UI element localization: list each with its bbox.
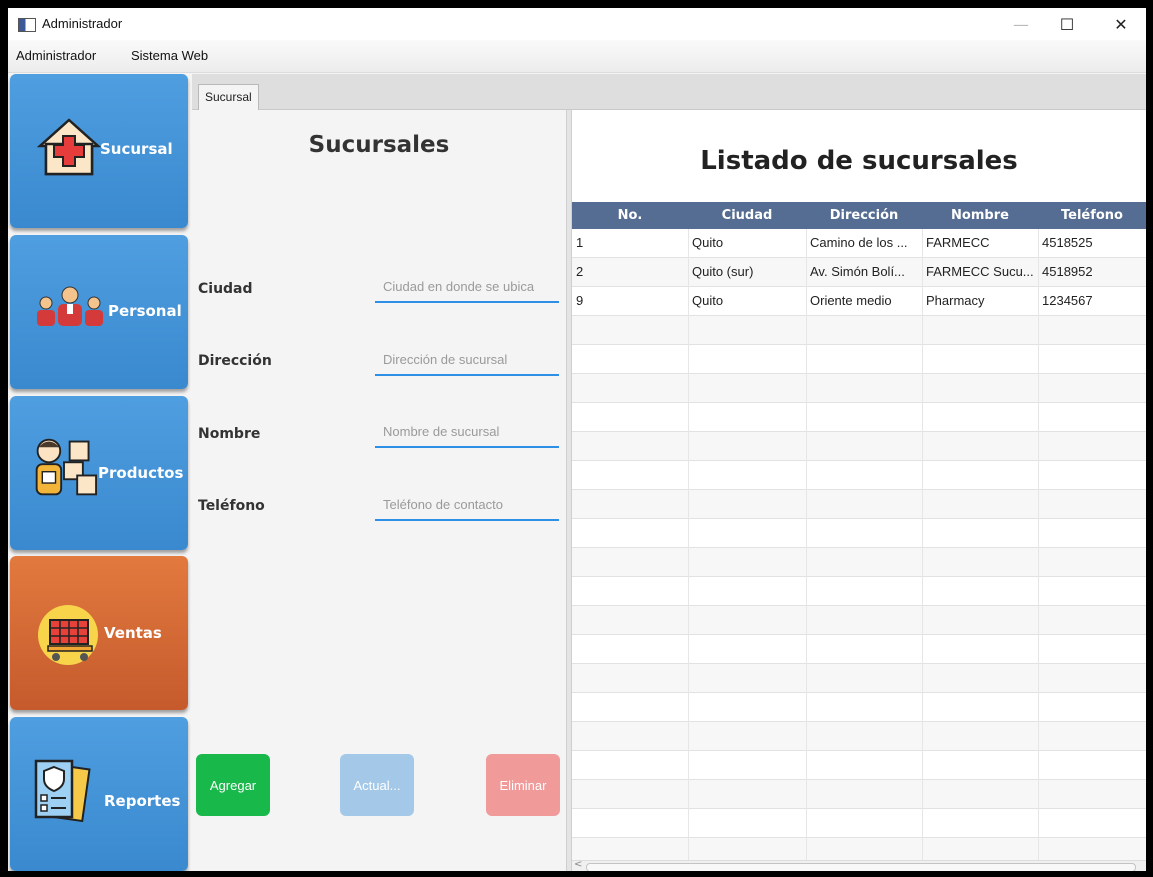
scroll-left-icon[interactable]: <	[574, 859, 582, 870]
app-window: Administrador — ☐ ✕ Administrador Sistem…	[8, 8, 1146, 871]
table-row	[572, 577, 1146, 606]
table-row	[572, 345, 1146, 374]
list-panel: Listado de sucursales No. Ciudad Direcci…	[572, 110, 1146, 871]
table-row	[572, 490, 1146, 519]
table-cell: 9	[576, 293, 584, 308]
table-header: No. Ciudad Dirección Nombre Teléfono	[572, 202, 1146, 229]
table-row	[572, 722, 1146, 751]
table-cell: Oriente medio	[810, 293, 892, 308]
window-title: Administrador	[42, 16, 123, 31]
table-row[interactable]: 2 Quito (sur) Av. Simón Bolí... FARMECC Suc…	[572, 258, 1146, 287]
table-row	[572, 838, 1146, 860]
nombre-input[interactable]	[375, 416, 559, 448]
table-cell: Pharmacy	[926, 293, 985, 308]
table-row	[572, 751, 1146, 780]
direccion-input[interactable]	[375, 344, 559, 376]
field-label-telefono: Teléfono	[198, 498, 265, 514]
delete-button[interactable]: Eliminar	[486, 754, 560, 816]
table-row	[572, 461, 1146, 490]
table-row	[572, 635, 1146, 664]
table-cell: 4518952	[1042, 264, 1093, 279]
maximize-button[interactable]: ☐	[1044, 8, 1090, 40]
field-label-nombre: Nombre	[198, 426, 261, 442]
table-row	[572, 548, 1146, 577]
minimize-button[interactable]: —	[998, 8, 1044, 40]
menu-bar: Administrador Sistema Web	[8, 40, 1146, 73]
delivery-person-icon	[35, 438, 97, 496]
shopping-cart-icon	[38, 605, 98, 665]
sidebar-item-label: Ventas	[104, 624, 162, 642]
table-cell: 2	[576, 264, 584, 279]
table-row	[572, 664, 1146, 693]
tab-strip: Sucursal	[192, 74, 1146, 110]
column-header-ciudad[interactable]: Ciudad	[688, 202, 806, 229]
table-row	[572, 316, 1146, 345]
sidebar-item-ventas[interactable]: Ventas	[10, 556, 188, 710]
table-row	[572, 809, 1146, 838]
table-cell: Quito	[692, 293, 724, 308]
table-cell: Av. Simón Bolí...	[810, 264, 905, 279]
scrollbar-thumb[interactable]	[586, 863, 1136, 871]
sidebar-item-label: Sucursal	[100, 140, 173, 158]
table-row	[572, 403, 1146, 432]
menu-sistema-web[interactable]: Sistema Web	[131, 48, 208, 63]
sidebar-item-productos[interactable]: Productos	[10, 396, 188, 550]
column-header-nombre[interactable]: Nombre	[922, 202, 1038, 229]
column-header-telefono[interactable]: Teléfono	[1038, 202, 1146, 229]
horizontal-scrollbar[interactable]: <	[572, 859, 1146, 871]
form-panel: Sucursales Ciudad Dirección Nombre Teléf…	[192, 110, 566, 871]
menu-administrador[interactable]: Administrador	[16, 48, 96, 63]
close-button[interactable]: ✕	[1098, 8, 1144, 40]
sidebar-item-personal[interactable]: Personal	[10, 235, 188, 389]
table-row	[572, 432, 1146, 461]
table-row	[572, 693, 1146, 722]
table-row[interactable]: 9 Quito Oriente medio Pharmacy 1234567	[572, 287, 1146, 316]
title-bar: Administrador — ☐ ✕	[8, 8, 1146, 40]
ciudad-input[interactable]	[375, 271, 559, 303]
table-cell: Quito	[692, 235, 724, 250]
report-icon	[34, 759, 91, 823]
form-title: Sucursales	[308, 132, 450, 158]
sucursales-table: No. Ciudad Dirección Nombre Teléfono 1 Qu…	[572, 202, 1146, 860]
tab-sucursal[interactable]: Sucursal	[198, 84, 259, 110]
add-button[interactable]: Agregar	[196, 754, 270, 816]
table-cell: FARMECC Sucu...	[926, 264, 1034, 279]
app-icon	[18, 18, 36, 32]
column-header-no[interactable]: No.	[572, 202, 688, 229]
table-row	[572, 780, 1146, 809]
list-title: Listado de sucursales	[700, 146, 1018, 176]
staff-icon	[37, 286, 103, 326]
field-label-direccion: Dirección	[198, 353, 272, 369]
hospital-icon	[36, 118, 102, 176]
telefono-input[interactable]	[375, 489, 559, 521]
sidebar-item-reportes[interactable]: Reportes	[10, 717, 188, 871]
table-row	[572, 519, 1146, 548]
update-button[interactable]: Actual...	[340, 754, 414, 816]
table-cell: Camino de los ...	[810, 235, 908, 250]
sidebar-item-label: Personal	[108, 302, 182, 320]
table-cell: Quito (sur)	[692, 264, 754, 279]
column-header-direccion[interactable]: Dirección	[806, 202, 922, 229]
table-cell: 4518525	[1042, 235, 1093, 250]
table-cell: FARMECC	[926, 235, 990, 250]
field-label-ciudad: Ciudad	[198, 281, 253, 297]
table-cell: 1234567	[1042, 293, 1093, 308]
table-row	[572, 374, 1146, 403]
sidebar-item-sucursal[interactable]: Sucursal	[10, 74, 188, 228]
table-row[interactable]: 1 Quito Camino de los ... FARMECC 4518525	[572, 229, 1146, 258]
table-cell: 1	[576, 235, 584, 250]
sidebar-item-label: Productos	[98, 464, 184, 482]
table-row	[572, 606, 1146, 635]
sidebar-item-label: Reportes	[104, 792, 181, 810]
